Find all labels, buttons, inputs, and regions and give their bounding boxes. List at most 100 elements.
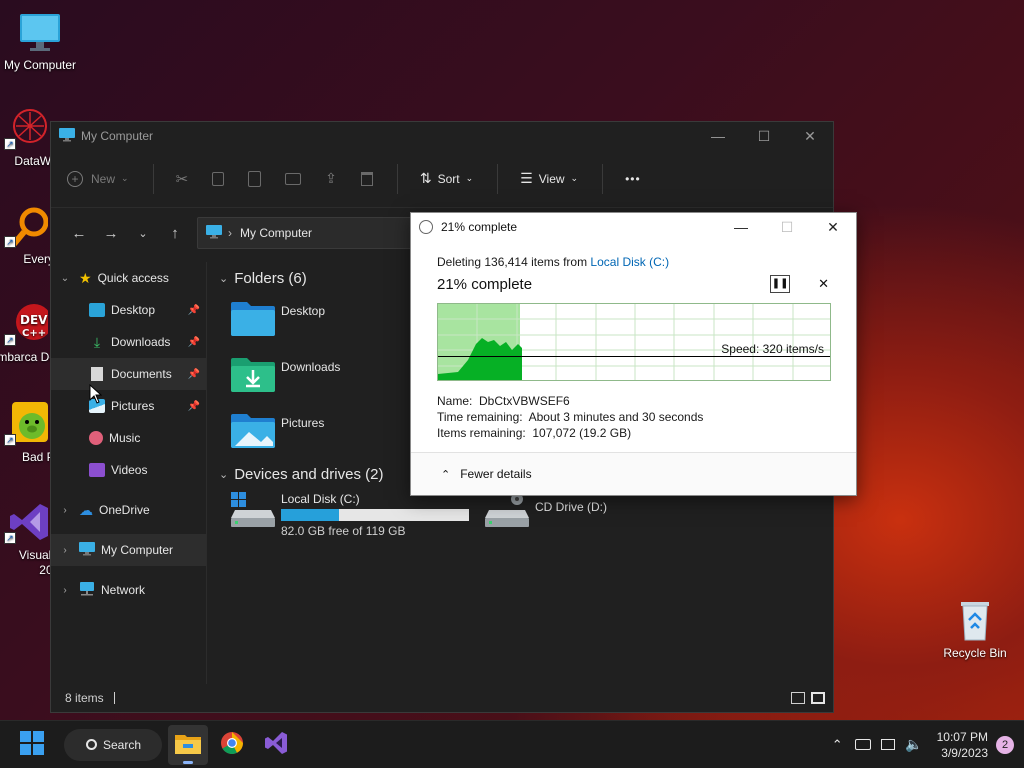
transfer-details: Name: DbCtxVBWSEF6 Time remaining: About… [437,393,856,441]
file-explorer-icon [175,732,201,757]
chevron-right-icon: › [63,504,67,516]
folders-section-header[interactable]: ⌄ Folders (6) [219,270,307,287]
rename-button[interactable] [285,172,302,185]
system-tray: ⌃ 🔈 10:07 PM 3/9/2023 2 [823,729,1024,761]
detail-label: Name: [437,394,473,408]
sidebar-item-videos[interactable]: Videos [51,454,206,486]
notification-badge[interactable]: 2 [996,735,1014,754]
toolbar-divider [396,163,398,194]
desktop-icon-recycle-bin[interactable]: Recycle Bin [935,598,1015,660]
sidebar-item-pictures[interactable]: Pictures 📌 [51,390,206,422]
more-options-button[interactable]: ••• [625,172,641,186]
close-button[interactable]: ✕ [810,219,856,236]
share-icon: ⇪ [325,170,337,186]
keyboard-icon[interactable] [855,739,872,750]
maximize-button[interactable]: ☐ [741,128,787,145]
sidebar-item-music[interactable]: Music [51,422,206,454]
cancel-button[interactable]: ✕ [818,276,829,292]
detail-value: DbCtxVBWSEF6 [479,394,570,408]
sidebar-item-desktop[interactable]: Desktop 📌 [51,294,206,326]
minimize-button[interactable]: — [718,219,764,236]
devices-section-header[interactable]: ⌄ Devices and drives (2) [219,466,383,483]
sidebar-item-label: OneDrive [99,503,150,517]
minimize-button[interactable]: — [695,128,741,145]
windows-logo-icon [20,731,44,758]
delete-button[interactable] [360,171,373,186]
desktop-icon-my-computer[interactable]: My Computer [0,10,80,72]
network-status-icon[interactable] [881,739,896,750]
tiles-view-button[interactable] [811,692,825,704]
address-bar[interactable]: › My Computer [197,217,427,249]
sidebar-item-documents[interactable]: Documents 📌 [51,358,206,390]
toolbar-divider [152,163,154,194]
drive-local-disk-c[interactable]: Local Disk (C:) 82.0 GB free of 119 GB [231,492,469,538]
cut-button[interactable]: ✂ [176,170,189,188]
show-hidden-icons-button[interactable]: ⌃ [823,737,851,753]
recycle-bin-icon [953,598,997,642]
scissors-icon: ✂ [175,170,189,188]
forward-button[interactable]: → [95,225,127,242]
drive-cd-d[interactable]: CD Drive (D:) [485,492,607,531]
trash-icon [360,171,373,186]
shortcut-arrow-icon: ↗ [4,236,16,248]
sort-label: Sort [437,171,460,186]
pin-icon[interactable]: 📌 [188,369,200,380]
fewer-details-button[interactable]: ⌃ Fewer details [411,452,856,495]
pin-icon[interactable]: 📌 [188,337,200,348]
back-button[interactable]: ← [63,225,95,242]
volume-icon[interactable]: 🔈 [905,736,922,753]
monitor-icon [206,224,222,242]
share-button[interactable]: ⇪ [325,170,337,187]
document-icon [91,367,103,381]
dialog-titlebar[interactable]: 21% complete — ☐ ✕ [411,213,856,241]
up-button[interactable]: ↑ [159,225,191,242]
recent-locations-button[interactable]: ⌄ [127,227,159,240]
transfer-speed-graph: Speed: 320 items/s [437,303,831,381]
paste-button[interactable] [248,170,262,187]
taskbar-chrome[interactable] [212,725,252,765]
pin-icon[interactable]: 📌 [188,401,200,412]
pause-button[interactable]: ❚❚ [770,275,791,293]
sidebar-item-onedrive[interactable]: › ☁ OneDrive [51,494,206,526]
folder-pictures[interactable]: Pictures [231,412,324,451]
pictures-folder-icon [231,412,275,451]
detail-value: 107,072 (19.2 GB) [532,426,632,440]
folder-downloads[interactable]: Downloads [231,356,340,395]
taskbar-visual-studio[interactable] [256,725,296,765]
taskbar-file-explorer[interactable] [168,724,208,765]
visual-studio-icon: ↗ [4,500,48,544]
delete-progress-dialog: 21% complete — ☐ ✕ Deleting 136,414 item… [410,212,857,496]
sidebar-item-label: Quick access [97,271,169,285]
taskbar-search[interactable]: Search [64,728,162,761]
chevron-down-icon: ⌄ [219,469,229,481]
sort-icon: ⇅ [419,170,432,186]
sidebar-item-my-computer[interactable]: › My Computer [51,534,206,566]
sidebar-item-downloads[interactable]: ⤓ Downloads 📌 [51,326,206,358]
chevron-down-icon: ⌄ [570,173,579,183]
source-drive-link[interactable]: Local Disk (C:) [590,255,669,269]
pin-icon[interactable]: 📌 [188,305,200,316]
folder-desktop[interactable]: Desktop [231,300,325,339]
detail-label: Items remaining: [437,426,526,440]
start-button[interactable] [12,725,52,765]
sort-button[interactable]: ⇅ Sort ⌄ [420,170,473,187]
video-icon [89,463,105,477]
mouse-cursor-icon [89,384,103,404]
explorer-titlebar[interactable]: My Computer — ☐ ✕ [51,122,833,150]
cloud-icon: ☁ [79,501,93,518]
sidebar-item-network[interactable]: › Network [51,574,206,606]
current-speed-line [438,356,830,357]
new-button[interactable]: + New ⌄ [67,170,129,187]
copy-button[interactable] [212,171,225,186]
view-button[interactable]: ☰ View ⌄ [520,170,578,187]
clock-icon [419,220,433,234]
details-view-button[interactable] [791,692,805,704]
sidebar-item-quick-access[interactable]: ⌄ ★ Quick access [51,262,206,294]
visual-studio-icon [264,731,288,758]
close-button[interactable]: ✕ [787,128,833,145]
shortcut-arrow-icon: ↗ [4,532,16,544]
clock[interactable]: 10:07 PM 3/9/2023 [937,729,996,761]
shortcut-arrow-icon: ↗ [4,138,16,150]
sidebar-item-label: Network [101,583,146,597]
svg-text:DEV: DEV [20,313,48,327]
